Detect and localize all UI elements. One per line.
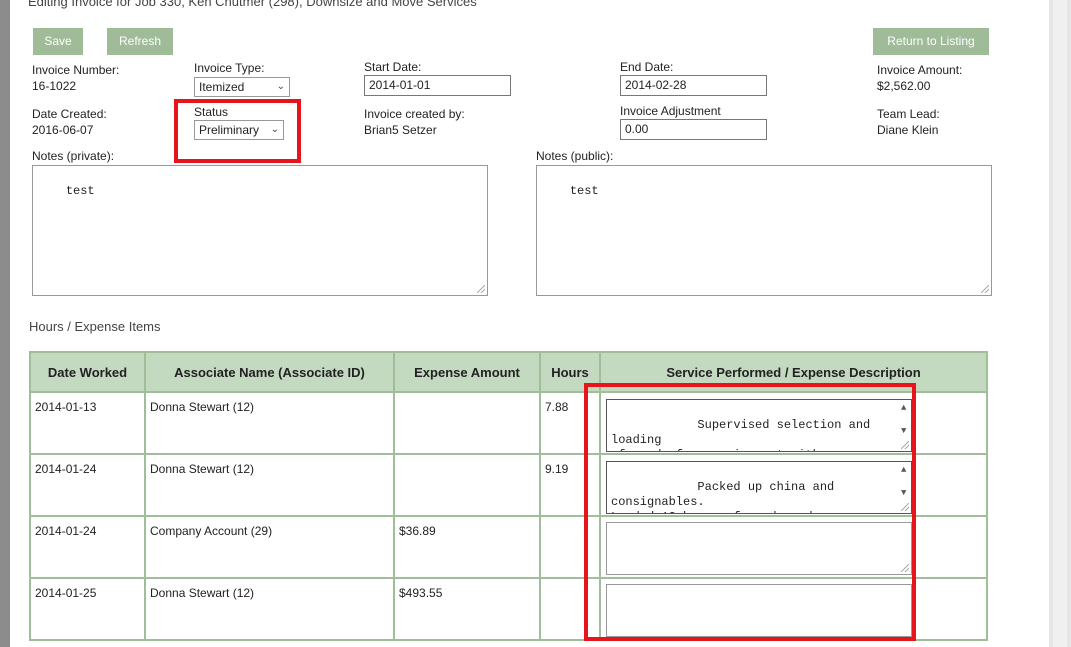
refresh-button[interactable]: Refresh [107,28,173,55]
team-lead-value: Diane Klein [877,123,939,137]
invoice-page: Editing Invoice for Job 330, Ken Chutmer… [10,0,1059,647]
team-lead-label: Team Lead: [877,107,940,121]
invoice-type-select[interactable]: Itemized ⌄ [194,77,290,97]
page-title: Editing Invoice for Job 330, Ken Chutmer… [28,0,477,9]
cell-expense: $36.89 [393,515,541,579]
col-date-worked: Date Worked [29,351,146,393]
invoice-amount-label: Invoice Amount: [877,63,963,77]
notes-public-textarea[interactable]: test [536,165,992,296]
invoice-number-value: 16-1022 [32,79,77,93]
cell-date: 2014-01-24 [29,515,146,579]
save-button[interactable]: Save [33,28,83,55]
col-associate: Associate Name (Associate ID) [144,351,395,393]
return-to-listing-button[interactable]: Return to Listing [873,28,989,55]
start-date-input[interactable]: 2014-01-01 [364,75,511,96]
invoice-number-label: Invoice Number: [32,63,120,77]
invoice-amount-value: $2,562.00 [877,79,931,93]
created-by-label: Invoice created by: [364,107,465,121]
cell-associate: Company Account (29) [144,515,395,579]
notes-public-label: Notes (public): [536,149,614,163]
cell-date: 2014-01-25 [29,577,146,641]
cell-expense: $493.55 [393,577,541,641]
items-section-title: Hours / Expense Items [29,319,161,334]
start-date-label: Start Date: [364,60,422,74]
invoice-adjustment-label: Invoice Adjustment [620,104,721,118]
description-highlight-box [584,383,916,641]
page-scrollbar[interactable] [1049,0,1071,647]
cell-associate: Donna Stewart (12) [144,391,395,455]
cell-expense [393,391,541,455]
date-created-value: 2016-06-07 [32,123,94,137]
status-highlight-box [174,99,301,163]
date-created-label: Date Created: [32,107,107,121]
end-date-label: End Date: [620,60,674,74]
cell-associate: Donna Stewart (12) [144,453,395,517]
notes-private-label: Notes (private): [32,149,115,163]
cell-date: 2014-01-13 [29,391,146,455]
resize-grip-icon[interactable] [477,285,485,293]
scrollbar-thumb[interactable] [1053,0,1067,647]
invoice-adjustment-input[interactable]: 0.00 [620,119,767,140]
notes-private-text: test [65,184,95,198]
invoice-type-label: Invoice Type: [194,61,265,75]
notes-public-text: test [569,184,599,198]
cell-date: 2014-01-24 [29,453,146,517]
chevron-down-icon: ⌄ [276,81,285,92]
end-date-input[interactable]: 2014-02-28 [620,75,767,96]
resize-grip-icon[interactable] [981,285,989,293]
invoice-type-selected: Itemized [199,80,245,94]
created-by-value: Brian5 Setzer [364,123,437,137]
cell-expense [393,453,541,517]
col-expense-amount: Expense Amount [393,351,541,393]
notes-private-textarea[interactable]: test [32,165,488,296]
cell-associate: Donna Stewart (12) [144,577,395,641]
